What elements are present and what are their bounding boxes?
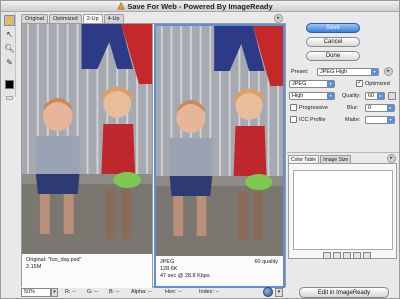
blur-dropdown-arrow-icon: ▸ (387, 105, 394, 111)
preview-in-browser-icon[interactable] (263, 287, 273, 297)
optimized-photo (156, 26, 283, 256)
optimized-filesize: 128.6K (160, 266, 178, 272)
color-table-menu-arrow-icon[interactable]: ▸ (387, 154, 396, 163)
optimized-quality: 60 quality (254, 259, 278, 265)
status-bar: 50% ▾ R: -- G: -- B: -- Alpha: -- Hex: -… (21, 287, 291, 298)
new-color-icon[interactable] (353, 252, 361, 259)
blur-label: Blur: (347, 105, 359, 111)
panel-divider (287, 152, 399, 153)
settings-panel: Save Cancel Done Preset: JPEG High ▾ ▸ J… (287, 13, 399, 299)
icc-profile-label: ICC Profile (299, 117, 326, 123)
shift-web-palette-icon[interactable] (333, 252, 341, 259)
preset-value: JPEG High (320, 69, 348, 75)
progressive-label: Progressive (299, 105, 329, 111)
red-readout: R: -- (65, 289, 76, 295)
save-button[interactable]: Save (306, 23, 360, 33)
eyedropper-tool-icon[interactable]: ✎ (4, 57, 15, 68)
original-photo (22, 24, 152, 254)
tab-color-table[interactable]: Color Table (288, 155, 320, 163)
optimized-info: JPEG 128.6K 47 sec @ 28.8 Kbps 60 qualit… (156, 257, 283, 286)
progressive-checkbox[interactable] (290, 104, 297, 111)
preset-label: Preset: (291, 69, 309, 75)
tab-original[interactable]: Original (21, 14, 48, 23)
format-select[interactable]: JPEG ▾ (289, 80, 335, 88)
quality-label: Quality: (342, 93, 361, 99)
lock-color-icon[interactable] (343, 252, 351, 259)
view-menu-arrow-icon[interactable]: ▸ (274, 14, 283, 23)
color-table-footer (323, 252, 371, 259)
format-dropdown-arrow-icon: ▾ (327, 81, 334, 87)
optimized-label: Optimized (365, 81, 390, 87)
preview-area: Original: "fun_day.psd" 2.15M JPEG 128.6… (21, 23, 286, 288)
original-pane[interactable]: Original: "fun_day.psd" 2.15M (22, 24, 153, 288)
optimized-download-time: 47 sec @ 28.8 Kbps (160, 273, 210, 279)
tab-4-up[interactable]: 4-Up (103, 14, 124, 23)
tab-optimized[interactable]: Optimized (48, 14, 82, 23)
window-title: Save For Web - Powered By ImageReady (127, 2, 273, 11)
quality-field[interactable]: 60 ▸ (365, 92, 385, 100)
color-table-grid[interactable] (293, 170, 393, 250)
blue-readout: B: -- (109, 289, 120, 295)
compression-dropdown-arrow-icon: ▾ (327, 93, 334, 99)
original-filename: Original: "fun_day.psd" (26, 257, 82, 263)
matte-select[interactable]: ▾ (365, 116, 395, 124)
table-tabs: Color Table Image Size (288, 155, 352, 163)
zoom-dropdown-arrow-icon[interactable]: ▾ (51, 288, 58, 297)
hand-tool-icon[interactable]: ✋ (4, 15, 15, 26)
preset-select[interactable]: JPEG High ▾ (317, 68, 379, 76)
preset-dropdown-arrow-icon: ▾ (371, 69, 378, 75)
delete-color-icon[interactable] (363, 252, 371, 259)
done-button[interactable]: Done (306, 51, 360, 61)
view-tabs: Original Optimized 2-Up 4-Up (21, 14, 124, 23)
title-bar[interactable]: Save For Web - Powered By ImageReady (1, 1, 399, 12)
map-color-icon[interactable] (323, 252, 331, 259)
tab-2-up[interactable]: 2-Up (82, 14, 103, 23)
save-for-web-window: Save For Web - Powered By ImageReady ✋ ↖… (0, 0, 400, 299)
color-table-area (288, 163, 397, 259)
format-value: JPEG (292, 81, 307, 87)
index-readout: Index: -- (199, 289, 220, 295)
original-filesize: 2.15M (26, 264, 42, 270)
compression-select[interactable]: High ▾ (289, 92, 335, 100)
blur-value: 0 (368, 105, 372, 111)
optimized-checkbox[interactable]: ✓ (356, 80, 363, 87)
optimized-pane[interactable]: JPEG 128.6K 47 sec @ 28.8 Kbps 60 qualit… (154, 24, 285, 288)
quality-value: 60 (368, 93, 375, 99)
zoom-level-field[interactable]: 50% (21, 288, 51, 297)
quality-dropdown-arrow-icon: ▸ (377, 93, 384, 99)
alpha-readout: Alpha: -- (131, 289, 152, 295)
original-info: Original: "fun_day.psd" 2.15M (22, 255, 152, 288)
settings-menu-arrow-icon[interactable]: ▸ (384, 67, 393, 76)
quality-mask-button[interactable] (388, 92, 396, 100)
zoom-tool-icon[interactable]: 🔍︎ (4, 43, 15, 54)
hex-readout: Hex: -- (165, 289, 182, 295)
slice-select-tool-icon[interactable]: ↖ (4, 29, 15, 40)
green-readout: G: -- (87, 289, 98, 295)
blur-field[interactable]: 0 ▸ (365, 104, 395, 112)
matte-dropdown-arrow-icon: ▾ (387, 117, 394, 123)
edit-in-imageready-button[interactable]: Edit in ImageReady (299, 287, 389, 298)
cancel-button[interactable]: Cancel (306, 37, 360, 47)
matte-label: Matte: (345, 117, 361, 123)
tab-image-size[interactable]: Image Size (320, 155, 352, 163)
eyedropper-color-swatch[interactable] (5, 80, 14, 89)
icc-profile-checkbox[interactable] (290, 116, 297, 123)
toggle-slices-icon[interactable]: ▭ (4, 93, 15, 102)
browser-menu-arrow-icon[interactable]: ▾ (275, 288, 283, 297)
compression-value: High (292, 93, 304, 99)
tool-palette: ✋ ↖ 🔍︎ ✎ ▭ (2, 13, 16, 102)
